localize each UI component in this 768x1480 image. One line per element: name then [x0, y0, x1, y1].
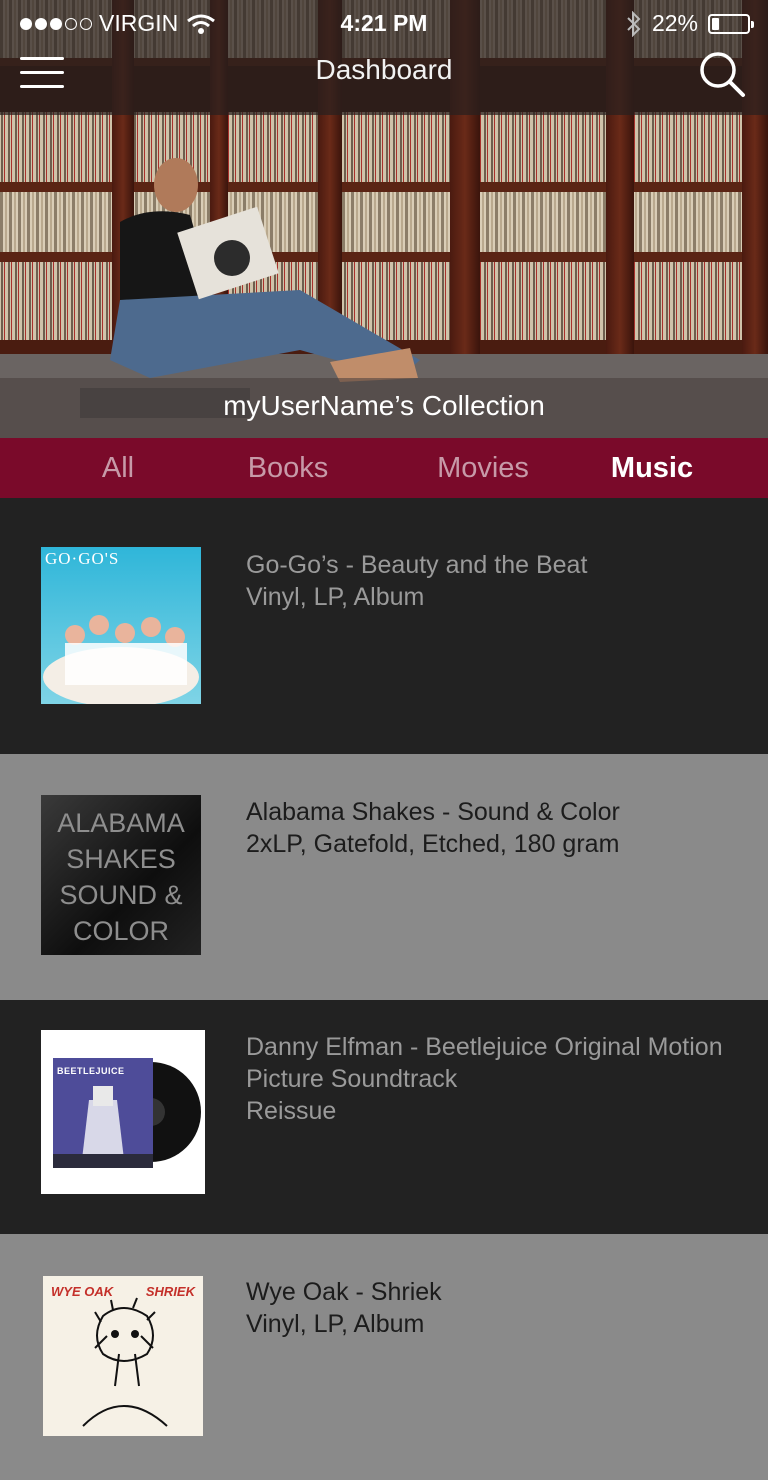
navigation-bar: VIRGIN 4:21 PM 22% Dashboard: [0, 0, 768, 115]
album-cover: GO·GO'S: [41, 547, 201, 704]
tab-books[interactable]: Books: [218, 438, 358, 498]
item-format: Vinyl, LP, Album: [246, 583, 425, 611]
item-info: Alabama Shakes - Sound & Color 2xLP, Gat…: [246, 796, 748, 860]
album-cover-text: SHAKES: [66, 844, 176, 874]
battery-percent: 22%: [651, 10, 698, 36]
search-icon[interactable]: [698, 50, 746, 98]
battery-fill: [712, 17, 720, 30]
item-format: Reissue: [246, 1097, 337, 1125]
album-cover-text: ALABAMA: [57, 808, 185, 838]
item-info: Wye Oak - Shriek Vinyl, LP, Album: [246, 1276, 748, 1340]
album-cover: ALABAMA SHAKES SOUND & COLOR: [41, 795, 201, 955]
item-format: 2xLP, Gatefold, Etched, 180 gram: [246, 830, 620, 858]
album-cover-text: COLOR: [72, 916, 170, 946]
item-info: Danny Elfman - Beetlejuice Original Moti…: [246, 1031, 748, 1127]
list-item[interactable]: WYE OAK SHRIEK Wye Oak - Shriek Vinyl, L…: [0, 1234, 768, 1480]
tab-movies[interactable]: Movies: [408, 438, 558, 498]
category-tabs: All Books Movies Music: [0, 438, 768, 498]
tab-all[interactable]: All: [58, 438, 178, 498]
list-item[interactable]: ALABAMA SHAKES SOUND & COLOR Alabama Sha…: [0, 754, 768, 1000]
album-cover: WYE OAK SHRIEK: [43, 1276, 203, 1436]
status-bar: VIRGIN 4:21 PM 22%: [0, 0, 768, 46]
album-cover-text: SOUND &: [59, 880, 183, 910]
bluetooth-icon: [627, 10, 641, 37]
collection-title: myUserName’s Collection: [223, 390, 545, 421]
list-item[interactable]: GO·GO'S Go-Go’s - Beauty and the Beat Vi…: [0, 498, 768, 754]
battery-icon: [708, 13, 754, 34]
album-cover: BEETLEJUICE: [41, 1030, 205, 1194]
item-title: Go-Go’s - Beauty and the Beat: [246, 551, 588, 579]
album-cover-text: BEETLEJUICE: [57, 1066, 125, 1076]
item-title: Wye Oak - Shriek: [246, 1278, 442, 1306]
item-format: Vinyl, LP, Album: [246, 1310, 425, 1338]
tab-music[interactable]: Music: [582, 438, 722, 498]
item-title: Alabama Shakes - Sound & Color: [246, 798, 620, 826]
status-right: 22%: [626, 10, 754, 37]
album-cover-text: GO·GO'S: [45, 549, 120, 568]
collection-hero: VIRGIN 4:21 PM 22% Dashboard myUserName’…: [0, 0, 768, 438]
page-title: Dashboard: [315, 54, 453, 85]
item-title: Danny Elfman - Beetlejuice Original Moti…: [246, 1033, 723, 1061]
item-title-continued: Picture Soundtrack: [246, 1065, 458, 1093]
collection-caption: myUserName’s Collection: [0, 378, 768, 438]
list-item[interactable]: BEETLEJUICE Danny Elfman - Beetlejuice O…: [0, 1000, 768, 1234]
item-info: Go-Go’s - Beauty and the Beat Vinyl, LP,…: [246, 549, 748, 613]
